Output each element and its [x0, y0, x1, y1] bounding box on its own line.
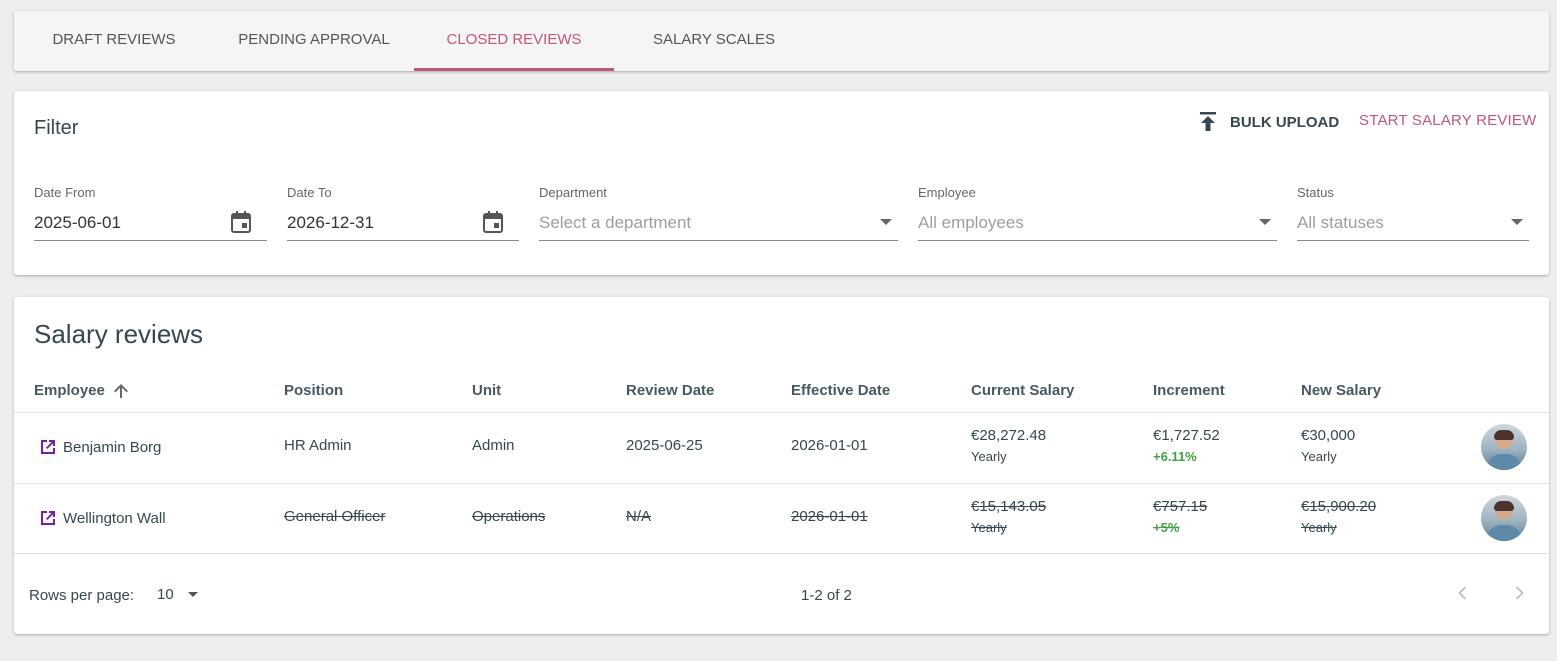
- divider: [14, 553, 1549, 554]
- pagination-range: 1-2 of 2: [801, 587, 852, 604]
- current-salary-period: Yearly: [971, 520, 1007, 535]
- new-salary-period: Yearly: [1301, 449, 1337, 464]
- chevron-down-icon: [1259, 219, 1271, 225]
- open-external-icon[interactable]: [38, 508, 58, 528]
- status-label: Status: [1297, 185, 1334, 200]
- salary-reviews-card: Salary reviews Employee Position Unit Re…: [14, 297, 1549, 634]
- review-tabs: DRAFT REVIEWS PENDING APPROVAL CLOSED RE…: [14, 11, 1549, 71]
- increment-percent: +6.11%: [1153, 449, 1197, 464]
- column-header-unit[interactable]: Unit: [472, 382, 501, 399]
- column-header-review-date[interactable]: Review Date: [626, 382, 714, 399]
- effective-date-cell: 2026-01-01: [791, 437, 868, 454]
- department-select[interactable]: Department Select a department: [539, 185, 898, 241]
- new-salary-cell: €15,900.20 Yearly: [1301, 498, 1376, 535]
- date-to-label: Date To: [287, 185, 332, 200]
- rows-per-page-select[interactable]: 10: [157, 586, 198, 603]
- bulk-upload-label: BULK UPLOAD: [1230, 113, 1340, 131]
- avatar: [1481, 495, 1527, 541]
- column-header-label: Employee: [34, 382, 105, 399]
- column-header-increment[interactable]: Increment: [1153, 382, 1225, 399]
- bulk-upload-button[interactable]: BULK UPLOAD: [1200, 112, 1339, 132]
- tab-salary-scales[interactable]: SALARY SCALES: [634, 11, 794, 71]
- new-salary-value: €15,900.20: [1301, 498, 1377, 515]
- filter-title: Filter: [34, 117, 79, 139]
- new-salary-value: €30,000: [1301, 427, 1356, 444]
- field-underline: [287, 240, 519, 241]
- field-underline: [539, 240, 898, 241]
- status-select[interactable]: Status All statuses: [1297, 185, 1529, 241]
- employee-select[interactable]: Employee All employees: [918, 185, 1277, 241]
- review-date-cell: 2025-06-25: [626, 437, 703, 454]
- current-salary-value: €15,143.05: [971, 498, 1047, 515]
- increment-value: €757.15: [1153, 498, 1208, 515]
- rows-per-page-label: Rows per page:: [29, 587, 135, 604]
- employee-name: Wellington Wall: [63, 509, 166, 527]
- upload-icon: [1200, 112, 1216, 131]
- increment-cell: €1,727.52 +6.11%: [1153, 427, 1220, 464]
- employee-label: Employee: [918, 185, 976, 200]
- chevron-down-icon: [880, 219, 892, 225]
- employee-cell[interactable]: Benjamin Borg: [38, 437, 161, 457]
- date-from-field[interactable]: Date From 2025-06-01: [34, 185, 267, 241]
- previous-page-icon[interactable]: [1455, 585, 1471, 601]
- position-cell: HR Admin: [284, 437, 352, 454]
- effective-date-cell: 2026-01-01: [791, 508, 868, 525]
- column-header-position[interactable]: Position: [284, 382, 343, 399]
- new-salary-cell: €30,000 Yearly: [1301, 427, 1355, 464]
- unit-cell: Admin: [472, 437, 515, 454]
- current-salary-value: €28,272.48: [971, 427, 1047, 444]
- sort-ascending-icon[interactable]: [113, 383, 129, 399]
- department-label: Department: [539, 185, 607, 200]
- field-underline: [918, 240, 1277, 241]
- next-page-icon[interactable]: [1511, 585, 1527, 601]
- increment-value: €1,727.52: [1153, 427, 1220, 444]
- review-date-cell: N/A: [626, 508, 652, 525]
- field-underline: [34, 240, 267, 241]
- current-salary-cell: €28,272.48 Yearly: [971, 427, 1046, 464]
- date-to-value: 2026-12-31: [287, 213, 374, 232]
- avatar: [1481, 424, 1527, 470]
- employee-name: Benjamin Borg: [63, 438, 162, 456]
- chevron-down-icon: [187, 592, 198, 597]
- unit-cell: Operations: [472, 508, 546, 525]
- employee-cell[interactable]: Wellington Wall: [38, 508, 166, 528]
- field-underline: [1297, 240, 1529, 241]
- chevron-down-icon: [1511, 219, 1523, 225]
- rows-per-page-value: 10: [157, 586, 174, 603]
- current-salary-period: Yearly: [971, 449, 1007, 464]
- salary-reviews-title: Salary reviews: [34, 319, 204, 349]
- open-external-icon[interactable]: [38, 437, 58, 457]
- tab-pending-approval[interactable]: PENDING APPROVAL: [219, 11, 409, 71]
- tab-closed-reviews[interactable]: CLOSED REVIEWS: [414, 11, 614, 71]
- table-row[interactable]: Wellington Wall General Officer Operatio…: [14, 484, 1549, 554]
- position-cell: General Officer: [284, 508, 386, 525]
- department-placeholder: Select a department: [539, 213, 692, 232]
- employee-placeholder: All employees: [918, 213, 1024, 232]
- new-salary-period: Yearly: [1301, 520, 1337, 535]
- column-header-employee[interactable]: Employee: [34, 382, 129, 399]
- increment-percent: +5%: [1153, 520, 1180, 535]
- date-to-field[interactable]: Date To 2026-12-31: [287, 185, 519, 241]
- filter-card: Filter BULK UPLOAD START SALARY REVIEW D…: [14, 91, 1549, 275]
- start-salary-review-button[interactable]: START SALARY REVIEW: [1359, 112, 1536, 129]
- calendar-icon[interactable]: [483, 211, 503, 233]
- current-salary-cell: €15,143.05 Yearly: [971, 498, 1046, 535]
- column-header-effective-date[interactable]: Effective Date: [791, 382, 890, 399]
- status-placeholder: All statuses: [1297, 213, 1384, 232]
- column-header-current-salary[interactable]: Current Salary: [971, 382, 1074, 399]
- active-tab-indicator: [414, 68, 614, 71]
- table-row[interactable]: Benjamin Borg HR Admin Admin 2025-06-25 …: [14, 413, 1549, 483]
- increment-cell: €757.15 +5%: [1153, 498, 1207, 535]
- tab-draft-reviews[interactable]: DRAFT REVIEWS: [34, 11, 194, 71]
- calendar-icon[interactable]: [231, 211, 251, 233]
- date-from-value: 2025-06-01: [34, 213, 121, 232]
- column-header-new-salary[interactable]: New Salary: [1301, 382, 1381, 399]
- date-from-label: Date From: [34, 185, 96, 200]
